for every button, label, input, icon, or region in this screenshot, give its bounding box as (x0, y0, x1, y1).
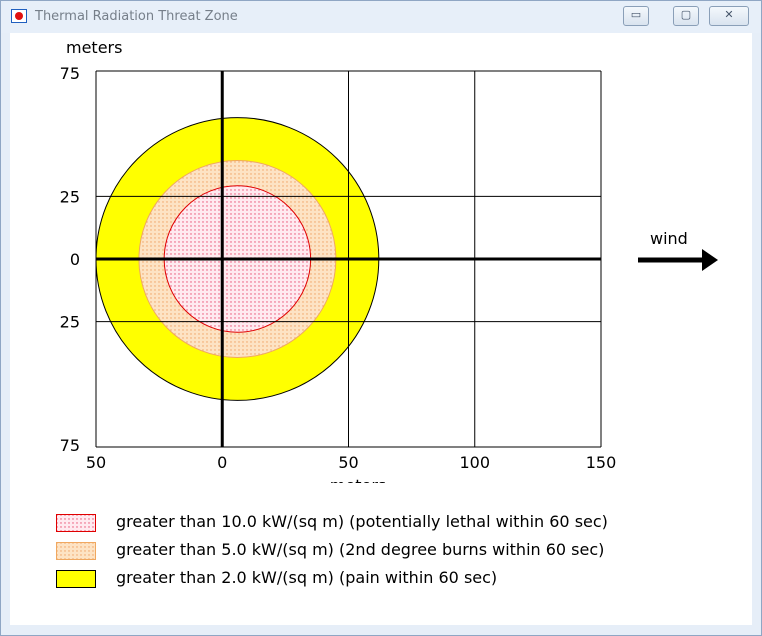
y-tick-label: 75 (60, 64, 80, 83)
legend-swatch-burns (56, 542, 96, 560)
close-button[interactable]: ✕ (709, 6, 749, 26)
title-bar[interactable]: Thermal Radiation Threat Zone ▭ ▢ ✕ (1, 1, 761, 33)
legend-label-burns: greater than 5.0 kW/(sq m) (2nd degree b… (116, 540, 605, 559)
x-tick-label: 100 (459, 453, 490, 472)
legend-swatch-lethal (56, 514, 96, 532)
y-tick-label: 25 (60, 187, 80, 206)
x-tick-label: 150 (586, 453, 617, 472)
legend-label-pain: greater than 2.0 kW/(sq m) (pain within … (116, 568, 498, 587)
legend-label-lethal: greater than 10.0 kW/(sq m) (potentially… (116, 512, 608, 531)
x-tick-label: 0 (217, 453, 227, 472)
maximize-button[interactable]: ▢ (673, 6, 699, 26)
y-axis-label: meters (66, 38, 122, 57)
threat-zone-window: Thermal Radiation Threat Zone ▭ ▢ ✕ 50 0 5… (0, 0, 762, 636)
threat-zone-chart: 50 0 50 100 150 75 25 0 25 75 meters meters wind (60, 38, 718, 495)
minimize-button[interactable]: ▭ (623, 6, 649, 26)
y-tick-label: 25 (60, 313, 80, 332)
legend-item-burns: greater than 5.0 kW/(sq m) (2nd degree b… (56, 539, 736, 561)
wind-arrow-icon (638, 249, 718, 271)
window-title: Thermal Radiation Threat Zone (35, 9, 238, 24)
x-axis-label: meters (330, 476, 386, 483)
legend-item-pain: greater than 2.0 kW/(sq m) (pain within … (56, 567, 736, 589)
legend-item-lethal: greater than 10.0 kW/(sq m) (potentially… (56, 511, 736, 533)
minimize-icon: ▭ (630, 8, 642, 21)
maximize-icon: ▢ (680, 8, 692, 21)
wind-label: wind (650, 229, 688, 248)
client-area: 50050100150752502575 meters meters wind … (10, 33, 752, 625)
x-tick-label: 50 (338, 453, 358, 472)
close-icon: ✕ (724, 8, 734, 21)
app-icon (11, 9, 27, 23)
y-tick-label: 75 (60, 436, 80, 455)
y-tick-label: 0 (70, 250, 80, 269)
x-tick-label: 50 (86, 453, 106, 472)
legend-swatch-pain (56, 570, 96, 588)
